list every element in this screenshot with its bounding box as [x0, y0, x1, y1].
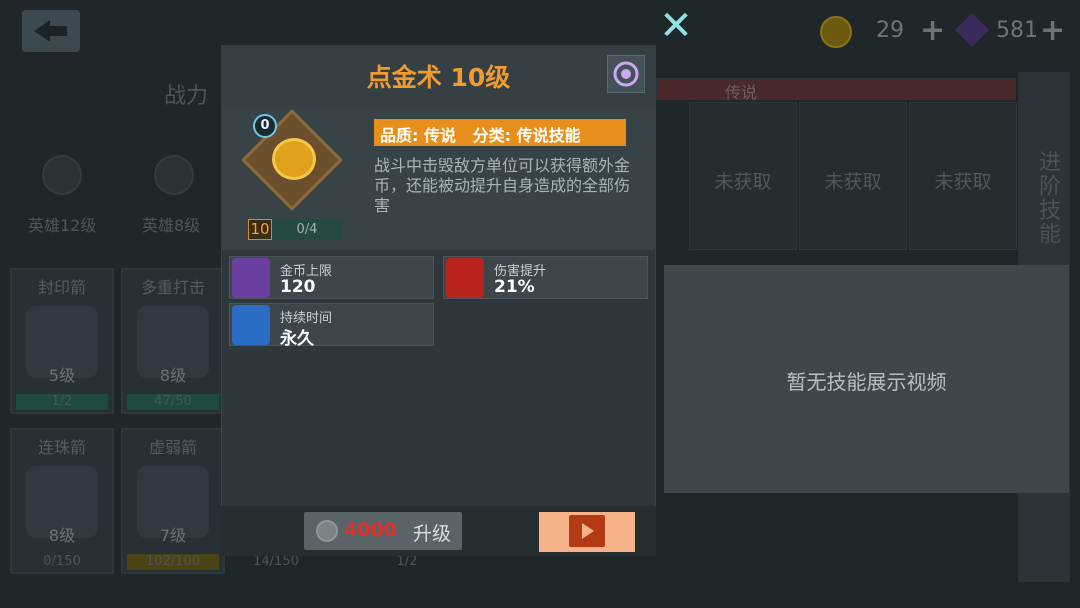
skill-card-level: 7级: [159, 526, 187, 545]
quality-text: 品质: 传说 分类: 传说技能: [380, 126, 581, 145]
back-arrow-icon: [34, 20, 50, 42]
power-label: 战力: [164, 84, 209, 109]
stat-value: 21%: [494, 277, 535, 297]
coin-icon: [316, 520, 338, 542]
unobtained-label: 未获取: [824, 171, 882, 193]
legend-column[interactable]: 未获取: [799, 102, 907, 250]
skill-card-title: 多重打击: [140, 278, 205, 297]
skill-card-level: 8级: [48, 526, 76, 545]
skill-card-progress: 14/150: [253, 554, 299, 569]
lock-icon: [42, 155, 82, 195]
close-button[interactable]: ✕: [658, 6, 694, 46]
stat-value: 永久: [280, 329, 314, 349]
legend-header: 传说: [656, 78, 1016, 102]
upgrade-cost: 4000: [344, 519, 397, 541]
skill-card-progress: 102/100: [145, 554, 200, 569]
stat-coin-limit: 金币上限 120: [229, 256, 434, 299]
gold-coin-icon: [272, 138, 316, 180]
lock-label: 英雄12级: [28, 216, 97, 235]
legend-label: 传说: [725, 83, 758, 102]
play-icon: [582, 523, 594, 539]
unobtained-label: 未获取: [934, 171, 992, 193]
skill-card-progress: 47/50: [154, 394, 192, 409]
coin-count: 29: [876, 18, 904, 43]
add-gems-button[interactable]: +: [1040, 16, 1065, 46]
skill-progress: 0/4: [272, 219, 342, 240]
skill-card-progress: 1/2: [51, 394, 73, 409]
coin-limit-icon: [232, 258, 270, 298]
stat-duration: 持续时间 永久: [229, 303, 434, 349]
unobtained-label: 未获取: [714, 171, 772, 193]
advanced-skills-label: 进阶技能: [1035, 150, 1060, 246]
skill-card[interactable]: 虚弱箭 7级 102/100: [121, 428, 225, 574]
skill-card-title: 封印箭: [37, 278, 86, 297]
skill-card[interactable]: 封印箭 5级 1/2: [10, 268, 114, 414]
skill-card-level: 8级: [159, 366, 187, 385]
lock-label: 英雄8级: [142, 216, 201, 235]
skill-level-badge: 10: [248, 219, 272, 240]
no-video-text: 暂无技能展示视频: [786, 370, 947, 394]
legend-column[interactable]: 未获取: [689, 102, 797, 250]
add-coins-button[interactable]: +: [920, 16, 945, 46]
hourglass-icon: [232, 305, 270, 345]
skill-description: 战斗中击毁敌方单位可以获得额外金币，还能被动提升自身造成的全部伤害: [374, 156, 631, 215]
stat-damage-up: 伤害提升 21%: [443, 256, 648, 299]
lock-icon: [154, 155, 194, 195]
skill-card-progress: 1/2: [396, 554, 418, 569]
skill-type-icon[interactable]: [607, 55, 645, 93]
skill-card-title: 连珠箭: [37, 438, 86, 457]
damage-up-icon: [446, 258, 484, 298]
star-badge: 0: [253, 114, 277, 138]
skill-card-title: 虚弱箭: [148, 438, 197, 457]
skill-card-level: 5级: [48, 366, 76, 385]
coin-icon: [820, 16, 852, 48]
skill-card-progress: 0/150: [43, 554, 81, 569]
gem-count: 581: [996, 18, 1038, 43]
skill-card[interactable]: 连珠箭 8级 0/150: [10, 428, 114, 574]
spiral-icon: [613, 61, 639, 87]
upgrade-label: 升级: [413, 523, 452, 545]
legend-column[interactable]: 未获取: [909, 102, 1017, 250]
stat-value: 120: [280, 277, 316, 297]
modal-title: 点金术 10级: [366, 63, 511, 92]
skill-card[interactable]: 多重打击 8级 47/50: [121, 268, 225, 414]
back-arrow-shaft: [49, 26, 67, 36]
